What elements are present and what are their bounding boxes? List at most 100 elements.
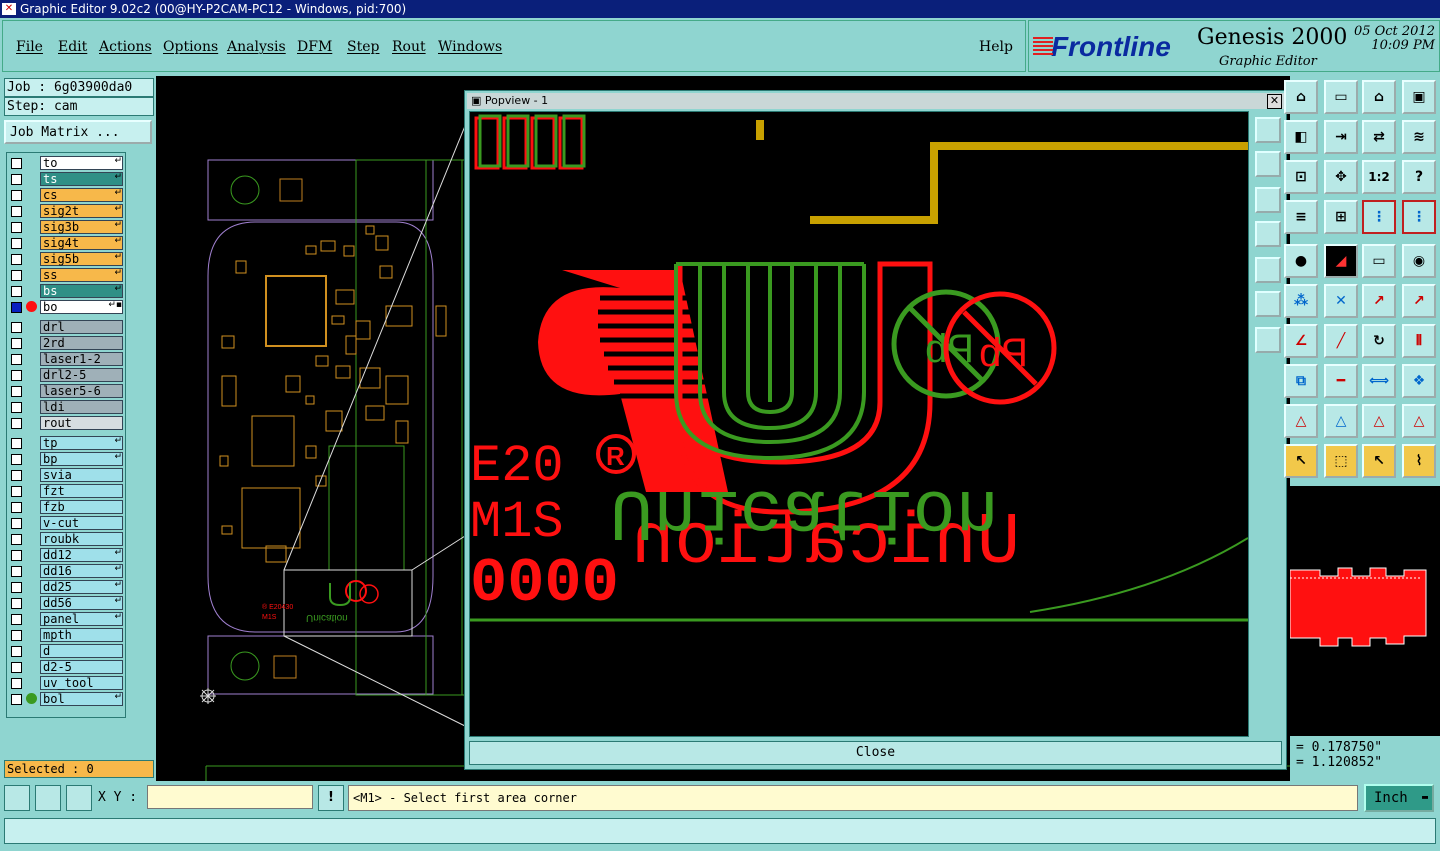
menu-options[interactable]: Options (163, 39, 218, 55)
tool-net-icon[interactable]: ⋮ (1362, 200, 1396, 234)
layer-checkbox[interactable] (11, 646, 22, 657)
popview-close-button[interactable]: Close (469, 741, 1282, 765)
layer-checkbox[interactable] (11, 550, 22, 561)
layer-name[interactable]: drl (40, 320, 123, 334)
tool-house-icon[interactable]: ⌂ (1362, 80, 1396, 114)
layer-row[interactable]: roubk (7, 531, 125, 547)
layer-checkbox[interactable] (11, 254, 22, 265)
popview-close-icon[interactable]: ✕ (1267, 94, 1282, 109)
xy-input[interactable] (147, 785, 313, 809)
layer-checkbox[interactable] (11, 302, 22, 313)
layer-name[interactable]: dd25 (40, 580, 123, 594)
layer-checkbox[interactable] (11, 370, 22, 381)
layer-checkbox[interactable] (11, 486, 22, 497)
layer-checkbox[interactable] (11, 354, 22, 365)
layer-row[interactable]: ldi (7, 399, 125, 415)
layer-name[interactable]: ts (40, 172, 123, 186)
layer-checkbox[interactable] (11, 454, 22, 465)
popview-center-icon[interactable] (1255, 327, 1281, 353)
tool-cross-icon[interactable]: ✕ (1324, 284, 1358, 318)
layer-row[interactable]: fzb (7, 499, 125, 515)
grid-snap-icon[interactable] (66, 785, 92, 811)
tool-draw-icon[interactable]: ◢ (1324, 244, 1358, 278)
layer-checkbox[interactable] (11, 270, 22, 281)
tool-tri4-icon[interactable]: △ (1402, 404, 1436, 438)
layer-name[interactable]: dd16 (40, 564, 123, 578)
tool-minus-icon[interactable]: ━ (1324, 364, 1358, 398)
tool-line-icon[interactable]: ╱ (1324, 324, 1358, 358)
tool-flip-icon[interactable]: ⫴ (1402, 324, 1436, 358)
layer-row[interactable]: sig5b ↵ (7, 251, 125, 267)
tool-tri3-icon[interactable]: △ (1362, 404, 1396, 438)
layer-row[interactable]: panel ↵ (7, 611, 125, 627)
layer-checkbox[interactable] (11, 174, 22, 185)
layer-checkbox[interactable] (11, 598, 22, 609)
layer-row[interactable]: rout (7, 415, 125, 431)
job-matrix-button[interactable]: Job Matrix ... (4, 120, 152, 144)
tool-next-icon[interactable]: ⇥ (1324, 120, 1358, 154)
layer-checkbox[interactable] (11, 694, 22, 705)
layer-name[interactable]: d2-5 (40, 660, 123, 674)
layer-row[interactable]: sig4t ↵ (7, 235, 125, 251)
layer-name[interactable]: rout (40, 416, 123, 430)
angle-snap-icon[interactable] (35, 785, 61, 811)
layer-name[interactable]: bp (40, 452, 123, 466)
layer-row[interactable]: bo ↵▪ (7, 299, 125, 315)
layer-row[interactable]: 2rd (7, 335, 125, 351)
tool-wave-icon[interactable]: ≋ (1402, 120, 1436, 154)
layer-row[interactable]: v-cut (7, 515, 125, 531)
layer-checkbox[interactable] (11, 518, 22, 529)
tool-window-icon[interactable]: ▣ (1402, 80, 1436, 114)
tool-measure-icon[interactable]: ▭ (1362, 244, 1396, 278)
tool-layer-icon[interactable]: ⧉ (1284, 364, 1318, 398)
layer-row[interactable]: bs ↵ (7, 283, 125, 299)
layer-checkbox[interactable] (11, 470, 22, 481)
popview-pan-left-icon[interactable] (1255, 221, 1281, 247)
layer-checkbox[interactable] (11, 286, 22, 297)
tool-link-icon[interactable]: ⁂ (1284, 284, 1318, 318)
layer-checkbox[interactable] (11, 502, 22, 513)
layer-checkbox[interactable] (11, 582, 22, 593)
menu-rout[interactable]: Rout (392, 39, 426, 55)
layer-checkbox[interactable] (11, 438, 22, 449)
layer-name[interactable]: bs (40, 284, 123, 298)
popview-zoom-out-icon[interactable] (1255, 187, 1281, 213)
layer-row[interactable]: ts ↵ (7, 171, 125, 187)
alert-icon[interactable]: ! (318, 785, 344, 811)
layer-checkbox[interactable] (11, 678, 22, 689)
unit-selector[interactable]: Inch ▬ (1364, 784, 1434, 812)
tool-screen-icon[interactable]: ▭ (1324, 80, 1358, 114)
layer-name[interactable]: dd12 (40, 548, 123, 562)
layer-checkbox[interactable] (11, 614, 22, 625)
tool-fit-icon[interactable]: ⊡ (1284, 160, 1318, 194)
layer-row[interactable]: fzt (7, 483, 125, 499)
menu-step[interactable]: Step (347, 39, 379, 55)
tool-scale-icon[interactable]: 1:2 (1362, 160, 1396, 194)
layer-name[interactable]: laser1-2 (40, 352, 123, 366)
layer-name[interactable]: d (40, 644, 123, 658)
popview-pan-right-icon[interactable] (1255, 257, 1281, 283)
layer-row[interactable]: dd16 ↵ (7, 563, 125, 579)
layer-name[interactable]: laser5-6 (40, 384, 123, 398)
layer-row[interactable]: laser1-2 (7, 351, 125, 367)
layer-row[interactable]: cs ↵ (7, 187, 125, 203)
layer-checkbox[interactable] (11, 322, 22, 333)
layer-name[interactable]: sig5b (40, 252, 123, 266)
layer-checkbox[interactable] (11, 190, 22, 201)
layer-name[interactable]: panel (40, 612, 123, 626)
layer-checkbox[interactable] (11, 534, 22, 545)
layer-name[interactable]: bol (40, 692, 123, 706)
tool-home-icon[interactable]: ⌂ (1284, 80, 1318, 114)
layer-row[interactable]: drl2-5 (7, 367, 125, 383)
tool-help-icon[interactable]: ? (1402, 160, 1436, 194)
snap-icon[interactable] (4, 785, 30, 811)
layer-name[interactable]: cs (40, 188, 123, 202)
layer-checkbox[interactable] (11, 206, 22, 217)
layer-name[interactable]: ldi (40, 400, 123, 414)
tool-route-icon[interactable]: ⌇ (1402, 444, 1436, 478)
tool-pad-icon[interactable]: ◉ (1402, 244, 1436, 278)
layer-row[interactable]: mpth (7, 627, 125, 643)
layer-row[interactable]: uv_tool (7, 675, 125, 691)
layer-checkbox[interactable] (11, 238, 22, 249)
tool-pointer2-icon[interactable]: ↖ (1362, 444, 1396, 478)
